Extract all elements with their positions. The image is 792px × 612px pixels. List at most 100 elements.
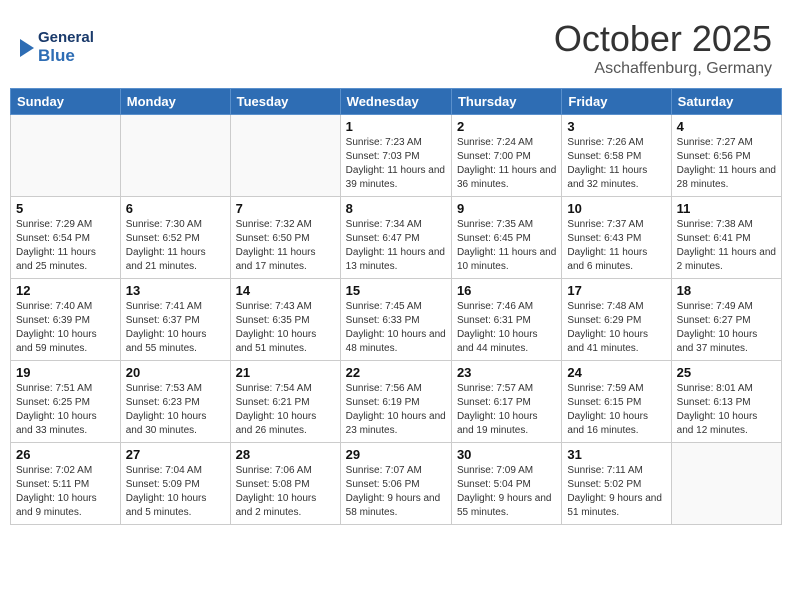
calendar-cell: 20 Sunrise: 7:53 AM Sunset: 6:23 PM Dayli… xyxy=(120,361,230,443)
weekday-header: Wednesday xyxy=(340,89,451,115)
day-number: 26 xyxy=(16,447,115,462)
day-number: 19 xyxy=(16,365,115,380)
calendar-cell: 17 Sunrise: 7:48 AM Sunset: 6:29 PM Dayli… xyxy=(562,279,671,361)
day-number: 1 xyxy=(346,119,446,134)
day-number: 21 xyxy=(236,365,335,380)
day-number: 25 xyxy=(677,365,776,380)
calendar-cell: 26 Sunrise: 7:02 AM Sunset: 5:11 PM Dayli… xyxy=(11,443,121,525)
calendar-cell: 4 Sunrise: 7:27 AM Sunset: 6:56 PM Daylig… xyxy=(671,115,781,197)
week-row: 1 Sunrise: 7:23 AM Sunset: 7:03 PM Daylig… xyxy=(11,115,782,197)
day-number: 8 xyxy=(346,201,446,216)
day-info: Sunrise: 7:37 AM Sunset: 6:43 PM Dayligh… xyxy=(567,218,665,274)
day-info: Sunrise: 7:40 AM Sunset: 6:39 PM Dayligh… xyxy=(16,300,115,356)
day-number: 13 xyxy=(126,283,225,298)
day-info: Sunrise: 7:41 AM Sunset: 6:37 PM Dayligh… xyxy=(126,300,225,356)
day-number: 22 xyxy=(346,365,446,380)
calendar-cell: 16Sunrise: 7:46 AM Sunset: 6:31 PM Dayli… xyxy=(451,279,561,361)
calendar-cell xyxy=(120,115,230,197)
weekday-header: Friday xyxy=(562,89,671,115)
day-info: Sunrise: 7:32 AM Sunset: 6:50 PM Dayligh… xyxy=(236,218,335,274)
day-info: Sunrise: 7:51 AM Sunset: 6:25 PM Dayligh… xyxy=(16,382,115,438)
calendar-cell: 28 Sunrise: 7:06 AM Sunset: 5:08 PM Dayli… xyxy=(230,443,340,525)
calendar-cell: 18Sunrise: 7:49 AM Sunset: 6:27 PM Dayli… xyxy=(671,279,781,361)
day-number: 9 xyxy=(457,201,556,216)
calendar-cell: 19 Sunrise: 7:51 AM Sunset: 6:25 PM Dayli… xyxy=(11,361,121,443)
day-number: 10 xyxy=(567,201,665,216)
day-info: Sunrise: 7:49 AM Sunset: 6:27 PM Dayligh… xyxy=(677,300,776,356)
day-number: 27 xyxy=(126,447,225,462)
calendar-cell: 27Sunrise: 7:04 AM Sunset: 5:09 PM Dayli… xyxy=(120,443,230,525)
logo-blue: Blue xyxy=(38,47,94,66)
calendar-cell: 23 Sunrise: 7:57 AM Sunset: 6:17 PM Dayli… xyxy=(451,361,561,443)
calendar-cell xyxy=(230,115,340,197)
calendar-cell xyxy=(11,115,121,197)
day-number: 3 xyxy=(567,119,665,134)
calendar-cell: 14 Sunrise: 7:43 AM Sunset: 6:35 PM Dayli… xyxy=(230,279,340,361)
logo: General Blue General Blue xyxy=(20,30,94,65)
day-info: Sunrise: 7:54 AM Sunset: 6:21 PM Dayligh… xyxy=(236,382,335,438)
day-info: Sunrise: 7:43 AM Sunset: 6:35 PM Dayligh… xyxy=(236,300,335,356)
logo-general: General xyxy=(38,30,94,47)
calendar-cell: 10 Sunrise: 7:37 AM Sunset: 6:43 PM Dayli… xyxy=(562,197,671,279)
week-row: 5Sunrise: 7:29 AM Sunset: 6:54 PM Daylig… xyxy=(11,197,782,279)
day-info: Sunrise: 7:23 AM Sunset: 7:03 PM Dayligh… xyxy=(346,136,446,192)
day-number: 31 xyxy=(567,447,665,462)
location: Aschaffenburg, Germany xyxy=(554,60,772,78)
day-number: 15 xyxy=(346,283,446,298)
day-number: 12 xyxy=(16,283,115,298)
calendar-cell: 30Sunrise: 7:09 AM Sunset: 5:04 PM Dayli… xyxy=(451,443,561,525)
day-info: Sunrise: 7:57 AM Sunset: 6:17 PM Dayligh… xyxy=(457,382,556,438)
calendar-cell: 24Sunrise: 7:59 AM Sunset: 6:15 PM Dayli… xyxy=(562,361,671,443)
calendar-cell: 29 Sunrise: 7:07 AM Sunset: 5:06 PM Dayli… xyxy=(340,443,451,525)
day-info: Sunrise: 7:26 AM Sunset: 6:58 PM Dayligh… xyxy=(567,136,665,192)
day-number: 2 xyxy=(457,119,556,134)
weekday-header: Saturday xyxy=(671,89,781,115)
day-info: Sunrise: 7:45 AM Sunset: 6:33 PM Dayligh… xyxy=(346,300,446,356)
day-info: Sunrise: 7:06 AM Sunset: 5:08 PM Dayligh… xyxy=(236,464,335,520)
month-title: October 2025 xyxy=(554,18,772,60)
title-block: October 2025 Aschaffenburg, Germany xyxy=(554,18,772,78)
day-number: 24 xyxy=(567,365,665,380)
day-number: 23 xyxy=(457,365,556,380)
calendar-cell: 11 Sunrise: 7:38 AM Sunset: 6:41 PM Dayli… xyxy=(671,197,781,279)
calendar-cell: 7 Sunrise: 7:32 AM Sunset: 6:50 PM Daylig… xyxy=(230,197,340,279)
calendar-cell: 21 Sunrise: 7:54 AM Sunset: 6:21 PM Dayli… xyxy=(230,361,340,443)
day-info: Sunrise: 7:29 AM Sunset: 6:54 PM Dayligh… xyxy=(16,218,115,274)
day-number: 17 xyxy=(567,283,665,298)
day-number: 28 xyxy=(236,447,335,462)
day-info: Sunrise: 7:27 AM Sunset: 6:56 PM Dayligh… xyxy=(677,136,776,192)
day-number: 6 xyxy=(126,201,225,216)
calendar-table: SundayMondayTuesdayWednesdayThursdayFrid… xyxy=(10,88,782,525)
day-info: Sunrise: 7:02 AM Sunset: 5:11 PM Dayligh… xyxy=(16,464,115,520)
week-row: 19 Sunrise: 7:51 AM Sunset: 6:25 PM Dayli… xyxy=(11,361,782,443)
day-number: 7 xyxy=(236,201,335,216)
day-info: Sunrise: 7:07 AM Sunset: 5:06 PM Dayligh… xyxy=(346,464,446,520)
calendar-cell xyxy=(671,443,781,525)
day-info: Sunrise: 7:30 AM Sunset: 6:52 PM Dayligh… xyxy=(126,218,225,274)
logo-triangle-icon xyxy=(20,34,34,62)
calendar-cell: 5Sunrise: 7:29 AM Sunset: 6:54 PM Daylig… xyxy=(11,197,121,279)
day-info: Sunrise: 8:01 AM Sunset: 6:13 PM Dayligh… xyxy=(677,382,776,438)
calendar-cell: 25 Sunrise: 8:01 AM Sunset: 6:13 PM Dayli… xyxy=(671,361,781,443)
day-info: Sunrise: 7:38 AM Sunset: 6:41 PM Dayligh… xyxy=(677,218,776,274)
day-number: 20 xyxy=(126,365,225,380)
calendar-cell: 3 Sunrise: 7:26 AM Sunset: 6:58 PM Daylig… xyxy=(562,115,671,197)
weekday-header: Sunday xyxy=(11,89,121,115)
calendar-cell: 6 Sunrise: 7:30 AM Sunset: 6:52 PM Daylig… xyxy=(120,197,230,279)
weekday-header: Thursday xyxy=(451,89,561,115)
day-info: Sunrise: 7:35 AM Sunset: 6:45 PM Dayligh… xyxy=(457,218,556,274)
day-number: 4 xyxy=(677,119,776,134)
day-info: Sunrise: 7:56 AM Sunset: 6:19 PM Dayligh… xyxy=(346,382,446,438)
day-info: Sunrise: 7:48 AM Sunset: 6:29 PM Dayligh… xyxy=(567,300,665,356)
calendar-cell: 31Sunrise: 7:11 AM Sunset: 5:02 PM Dayli… xyxy=(562,443,671,525)
day-number: 29 xyxy=(346,447,446,462)
day-number: 11 xyxy=(677,201,776,216)
page-header: General Blue General Blue October 2025 A… xyxy=(10,10,782,82)
calendar-cell: 15 Sunrise: 7:45 AM Sunset: 6:33 PM Dayli… xyxy=(340,279,451,361)
calendar-cell: 13 Sunrise: 7:41 AM Sunset: 6:37 PM Dayli… xyxy=(120,279,230,361)
day-number: 14 xyxy=(236,283,335,298)
week-row: 26 Sunrise: 7:02 AM Sunset: 5:11 PM Dayli… xyxy=(11,443,782,525)
day-info: Sunrise: 7:53 AM Sunset: 6:23 PM Dayligh… xyxy=(126,382,225,438)
calendar-cell: 22 Sunrise: 7:56 AM Sunset: 6:19 PM Dayli… xyxy=(340,361,451,443)
calendar-cell: 2Sunrise: 7:24 AM Sunset: 7:00 PM Daylig… xyxy=(451,115,561,197)
